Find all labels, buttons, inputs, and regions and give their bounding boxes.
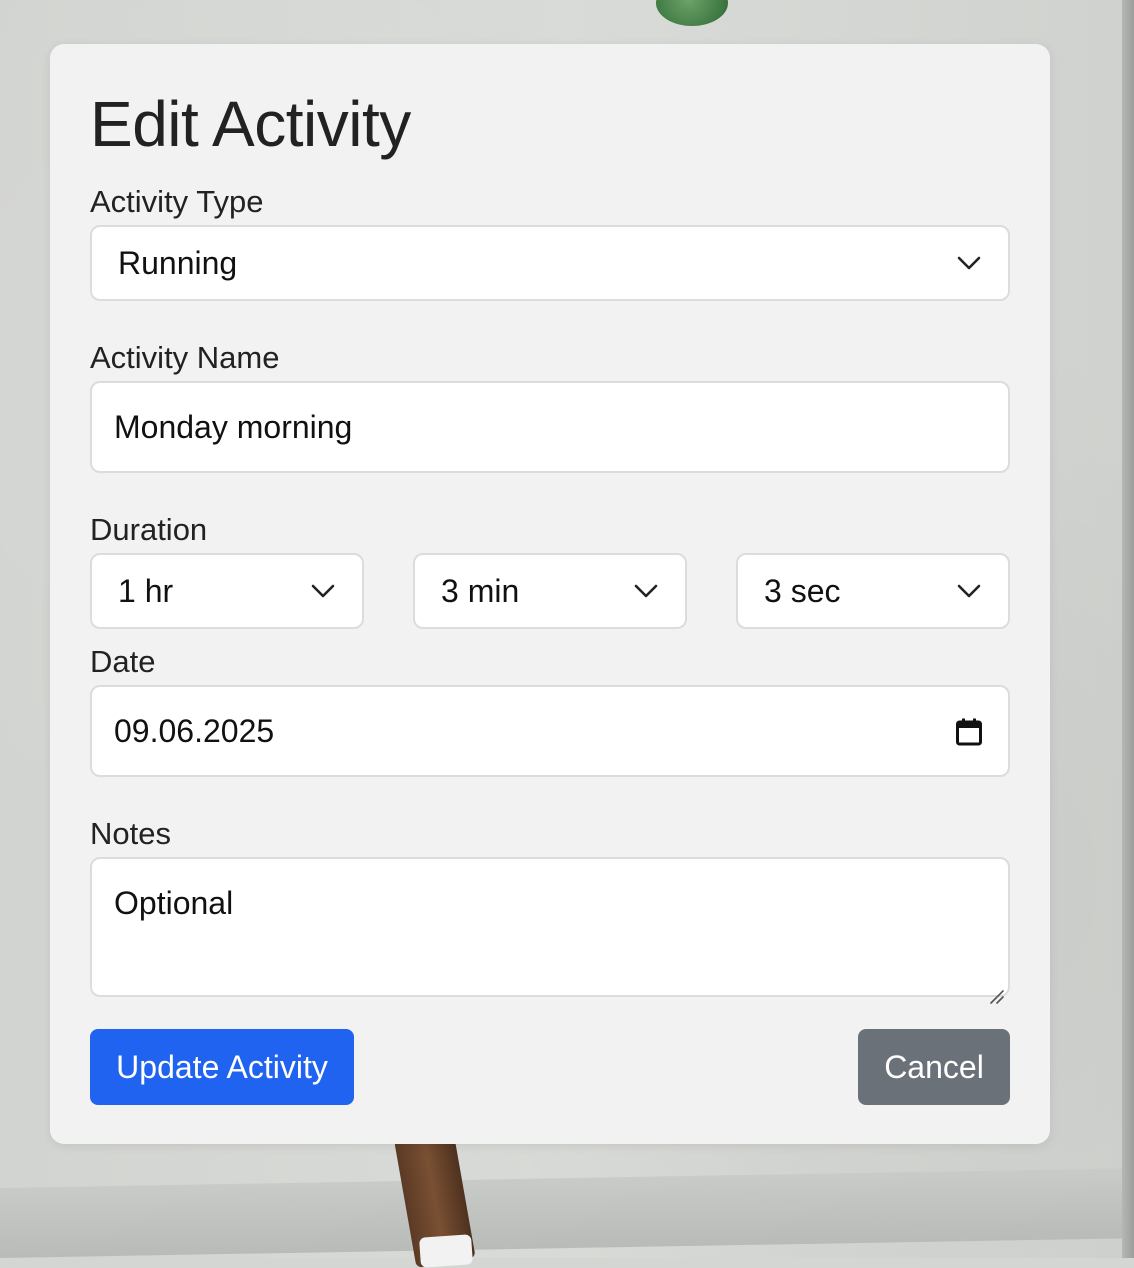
edit-activity-card: Edit Activity Activity Type Running Acti… <box>50 44 1050 1144</box>
cancel-button[interactable]: Cancel <box>858 1029 1010 1105</box>
activity-name-value: Monday morning <box>114 408 353 445</box>
duration-row: 1 hr 3 min 3 sec <box>90 553 1010 629</box>
duration-seconds-value: 3 sec <box>764 572 841 609</box>
notes-textarea[interactable]: Optional <box>90 857 1010 1004</box>
notes-placeholder: Optional <box>114 885 234 921</box>
duration-minutes-value: 3 min <box>441 572 520 609</box>
background-sock <box>419 1234 473 1268</box>
chevron-down-icon <box>310 578 336 604</box>
duration-hours-value: 1 hr <box>118 572 174 609</box>
chevron-down-icon <box>956 250 982 276</box>
activity-type-label: Activity Type <box>90 184 264 219</box>
duration-label: Duration <box>90 512 208 547</box>
background-wall-edge <box>1122 0 1134 1258</box>
date-value: 09.06.2025 <box>114 712 275 749</box>
duration-hours-select[interactable]: 1 hr <box>90 553 364 629</box>
chevron-down-icon <box>633 578 659 604</box>
activity-name-input[interactable]: Monday morning <box>90 381 1010 473</box>
page-title: Edit Activity <box>90 88 411 160</box>
date-label: Date <box>90 644 156 679</box>
date-input[interactable]: 09.06.2025 <box>90 685 1010 777</box>
background-floor <box>0 1168 1134 1258</box>
activity-name-label: Activity Name <box>90 340 280 375</box>
activity-type-select[interactable]: Running <box>90 225 1010 301</box>
background-leaf <box>656 0 728 26</box>
activity-type-value: Running <box>118 244 238 281</box>
duration-seconds-select[interactable]: 3 sec <box>736 553 1010 629</box>
notes-label: Notes <box>90 816 171 851</box>
update-activity-button[interactable]: Update Activity <box>90 1029 354 1105</box>
calendar-icon[interactable] <box>956 717 982 746</box>
chevron-down-icon <box>956 578 982 604</box>
resize-handle-icon[interactable] <box>988 975 1004 1004</box>
duration-minutes-select[interactable]: 3 min <box>413 553 687 629</box>
